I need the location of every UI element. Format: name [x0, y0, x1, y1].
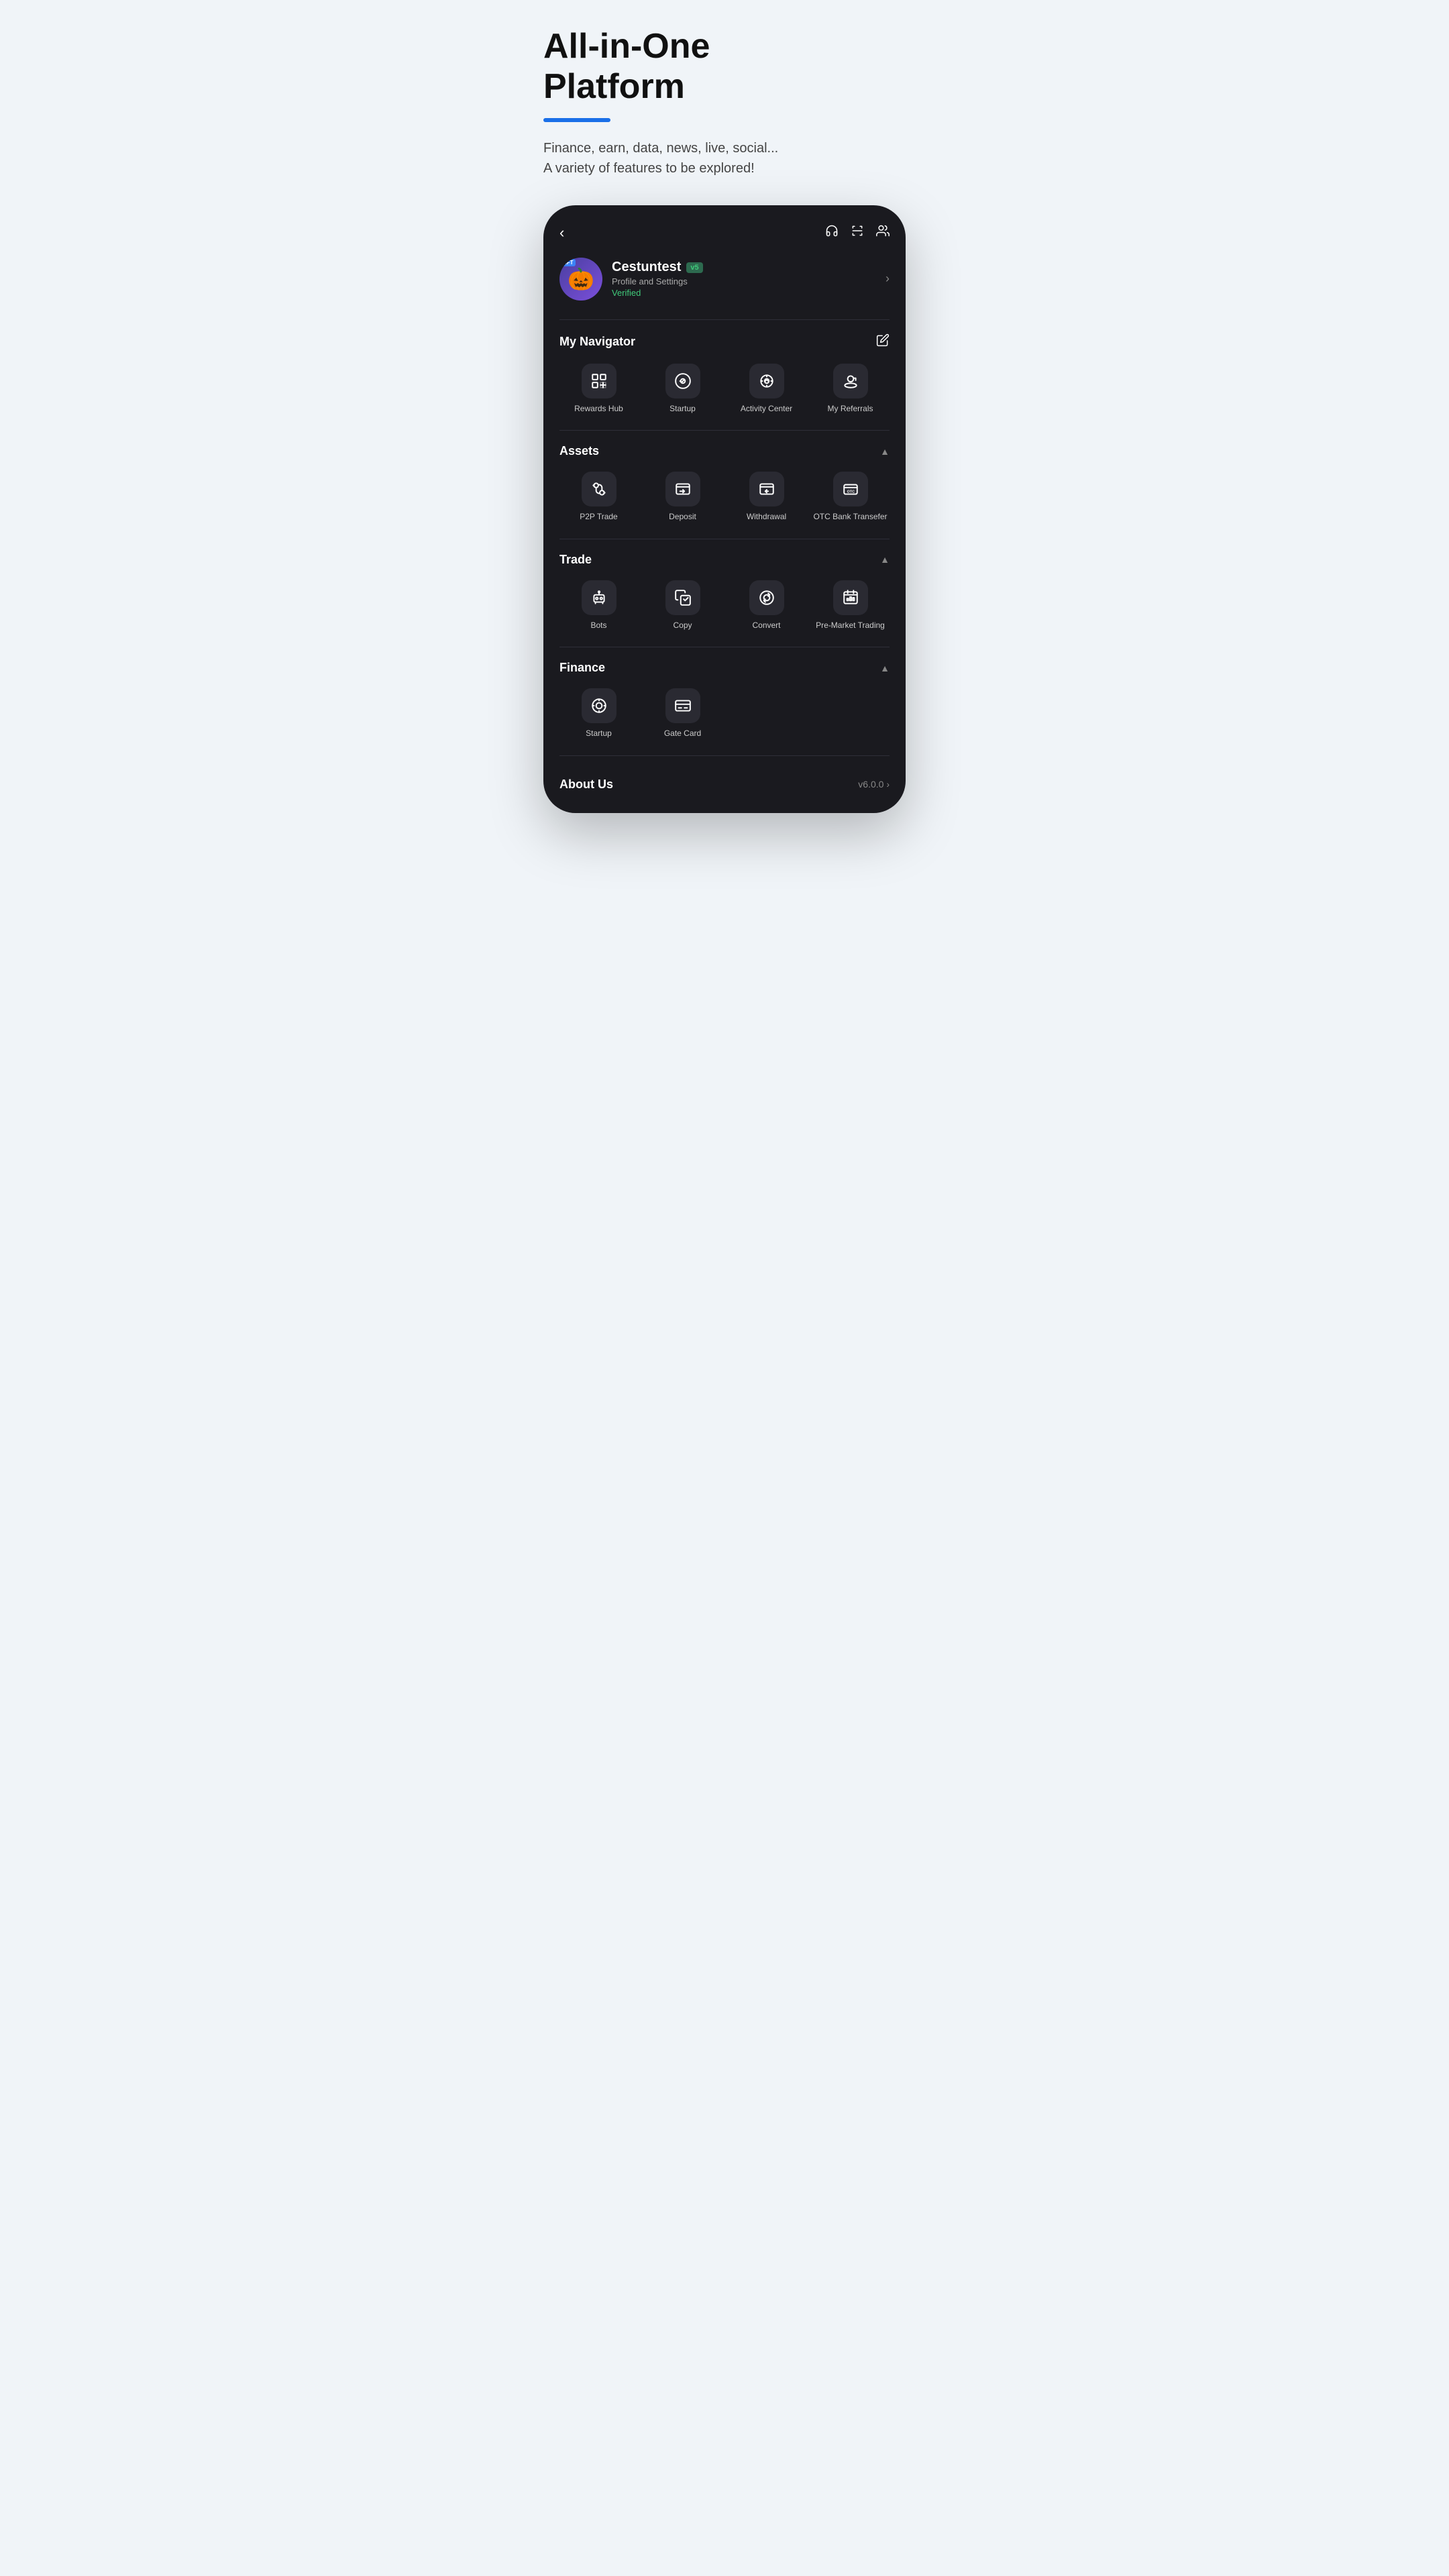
phone-inner: ‹ — [543, 205, 906, 813]
trade-header: Trade ▲ — [559, 553, 890, 567]
assets-header: Assets ▲ — [559, 444, 890, 458]
startup-nav-label: Startup — [669, 404, 696, 415]
profile-info: Cestuntest v5 Profile and Settings Verif… — [612, 260, 703, 298]
grid-item-convert[interactable]: Convert — [727, 580, 806, 631]
user-icon[interactable] — [876, 224, 890, 241]
assets-collapse-icon[interactable]: ▲ — [880, 446, 890, 457]
profile-level-badge: v5 — [686, 262, 702, 273]
finance-title: Finance — [559, 661, 605, 675]
profile-arrow-icon[interactable]: › — [885, 272, 890, 286]
grid-item-activity-center[interactable]: Activity Center — [727, 364, 806, 415]
finance-startup-label: Startup — [586, 729, 612, 739]
page-subtitle: Finance, earn, data, news, live, social.… — [543, 138, 906, 178]
grid-item-finance-startup[interactable]: Startup — [559, 688, 638, 739]
convert-icon — [749, 580, 784, 615]
deposit-icon — [665, 472, 700, 506]
convert-label: Convert — [752, 621, 780, 631]
about-us-row[interactable]: About Us v6.0.0 › — [559, 769, 890, 792]
grid-item-rewards-hub[interactable]: Rewards Hub — [559, 364, 638, 415]
gate-card-label: Gate Card — [664, 729, 701, 739]
profile-username: Cestuntest — [612, 260, 681, 275]
grid-item-bots[interactable]: Bots — [559, 580, 638, 631]
avatar-emoji: 🎃 — [568, 266, 594, 292]
finance-header: Finance ▲ — [559, 661, 890, 675]
p2p-label: P2P Trade — [580, 512, 617, 523]
phone-frame: ‹ — [543, 205, 906, 813]
grid-item-deposit[interactable]: Deposit — [643, 472, 722, 523]
grid-item-gate-card[interactable]: Gate Card — [643, 688, 722, 739]
grid-item-startup[interactable]: Startup — [643, 364, 722, 415]
my-navigator-grid: Rewards Hub Startup — [559, 364, 890, 415]
divider-2 — [559, 430, 890, 431]
svg-text:OTC: OTC — [847, 490, 855, 494]
divider-5 — [559, 755, 890, 756]
profile-subtitle: Profile and Settings — [612, 276, 703, 286]
premarket-label: Pre-Market Trading — [816, 621, 885, 631]
accent-bar — [543, 118, 610, 122]
trade-title: Trade — [559, 553, 592, 567]
about-us-label: About Us — [559, 777, 613, 792]
avatar: NFT 🎃 — [559, 258, 602, 301]
grid-item-otc[interactable]: OTC OTC Bank Transefer — [811, 472, 890, 523]
activity-center-label: Activity Center — [741, 404, 792, 415]
referrals-icon — [833, 364, 868, 398]
gate-card-icon — [665, 688, 700, 723]
finance-grid: Startup Gate Card — [559, 688, 890, 739]
profile-verified-badge: Verified — [612, 288, 703, 298]
copy-icon — [665, 580, 700, 615]
otc-label: OTC Bank Transefer — [813, 512, 887, 523]
otc-icon: OTC — [833, 472, 868, 506]
page-headline: All-in-One Platform — [543, 27, 906, 107]
trade-grid: Bots Copy — [559, 580, 890, 631]
withdrawal-label: Withdrawal — [747, 512, 786, 523]
grid-item-referrals[interactable]: My Referrals — [811, 364, 890, 415]
top-nav: ‹ — [559, 224, 890, 241]
finance-startup-icon — [582, 688, 616, 723]
top-nav-icons — [825, 224, 890, 241]
bots-icon — [582, 580, 616, 615]
deposit-label: Deposit — [669, 512, 696, 523]
page-wrapper: All-in-One Platform Finance, earn, data,… — [543, 27, 906, 813]
startup-icon — [665, 364, 700, 398]
grid-item-premarket[interactable]: Pre-Market Trading — [811, 580, 890, 631]
grid-item-p2p[interactable]: P2P Trade — [559, 472, 638, 523]
p2p-icon — [582, 472, 616, 506]
trade-collapse-icon[interactable]: ▲ — [880, 554, 890, 565]
premarket-icon — [833, 580, 868, 615]
rewards-hub-label: Rewards Hub — [574, 404, 623, 415]
edit-icon[interactable] — [876, 333, 890, 350]
headphone-icon[interactable] — [825, 224, 839, 241]
grid-item-withdrawal[interactable]: Withdrawal — [727, 472, 806, 523]
divider-1 — [559, 319, 890, 320]
assets-grid: P2P Trade Deposit — [559, 472, 890, 523]
profile-name-row: Cestuntest v5 — [612, 260, 703, 275]
assets-title: Assets — [559, 444, 599, 458]
my-navigator-header: My Navigator — [559, 333, 890, 350]
about-version: v6.0.0 › — [858, 779, 890, 790]
finance-collapse-icon[interactable]: ▲ — [880, 663, 890, 674]
rewards-hub-icon — [582, 364, 616, 398]
referrals-label: My Referrals — [827, 404, 873, 415]
bots-label: Bots — [590, 621, 606, 631]
scan-icon[interactable] — [851, 224, 864, 241]
back-button[interactable]: ‹ — [559, 224, 564, 241]
grid-item-copy[interactable]: Copy — [643, 580, 722, 631]
activity-center-icon — [749, 364, 784, 398]
profile-section[interactable]: NFT 🎃 Cestuntest v5 Profile and Settings… — [559, 258, 890, 301]
my-navigator-title: My Navigator — [559, 335, 635, 349]
withdrawal-icon — [749, 472, 784, 506]
copy-label: Copy — [673, 621, 692, 631]
nft-badge: NFT — [561, 259, 576, 266]
